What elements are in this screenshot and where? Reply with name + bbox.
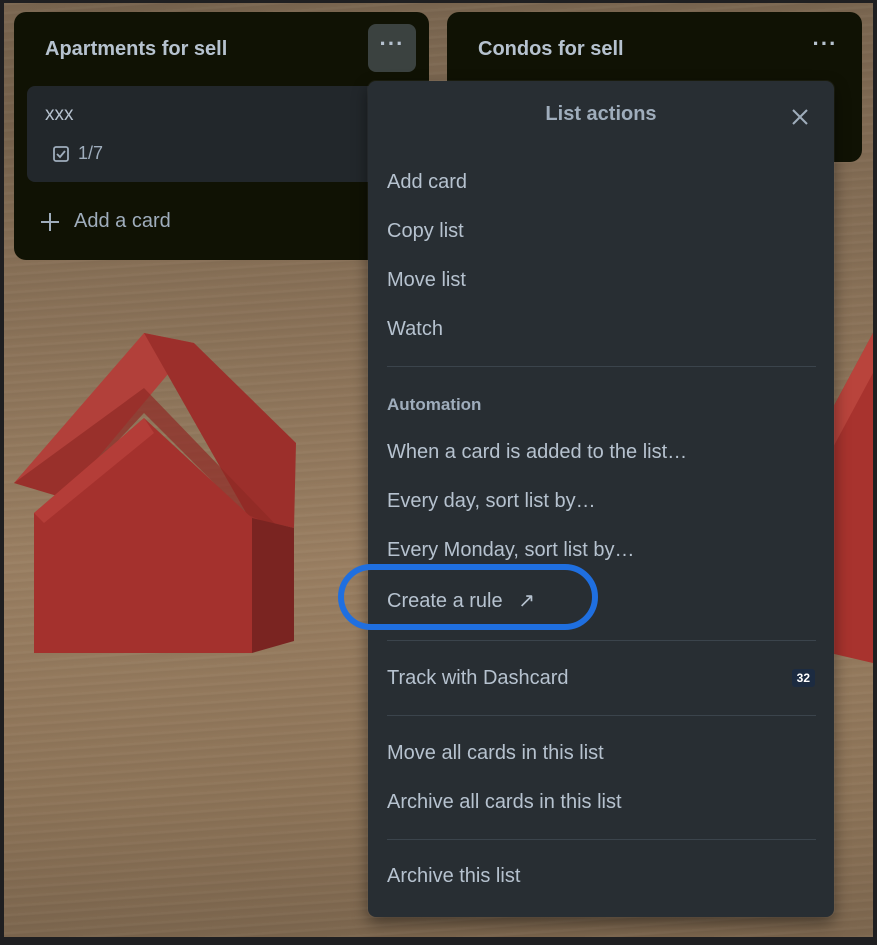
highlight-annotation [338, 564, 598, 630]
list-actions-popover: List actions Add card Copy list Move lis… [368, 81, 834, 917]
list-title[interactable]: Apartments for sell [45, 38, 227, 61]
more-dots-icon: ··· [379, 31, 405, 56]
menu-item-card-added-rule[interactable]: When a card is added to the list… [387, 441, 687, 464]
card-title: xxx [45, 104, 74, 125]
house-image-right [830, 333, 873, 663]
card[interactable]: xxx 1/7 [27, 86, 407, 182]
menu-item-archive-list[interactable]: Archive this list [387, 865, 520, 888]
list-menu-button[interactable]: ··· [801, 24, 849, 72]
menu-item-watch[interactable]: Watch [387, 318, 443, 341]
menu-item-add-card[interactable]: Add card [387, 171, 467, 194]
menu-item-daily-sort[interactable]: Every day, sort list by… [387, 490, 596, 513]
list-menu-button[interactable]: ··· [368, 24, 416, 72]
close-icon[interactable] [786, 103, 814, 131]
list-apartments: Apartments for sell ··· xxx 1/7 Add a ca… [14, 12, 429, 260]
menu-item-dashcard[interactable]: Track with Dashcard [387, 667, 569, 690]
board-background: Apartments for sell ··· xxx 1/7 Add a ca… [4, 3, 873, 937]
plus-icon [41, 212, 59, 231]
house-image-left [14, 333, 296, 653]
automation-section-label: Automation [387, 395, 482, 414]
more-dots-icon: ··· [812, 31, 838, 56]
add-card-button[interactable]: Add a card [40, 210, 171, 233]
list-title[interactable]: Condos for sell [478, 38, 624, 61]
menu-item-copy-list[interactable]: Copy list [387, 220, 464, 243]
divider [387, 640, 816, 641]
dashcard-count-badge: 32 [791, 669, 815, 687]
checkbox-icon [53, 145, 69, 162]
menu-item-archive-all-cards[interactable]: Archive all cards in this list [387, 791, 622, 814]
divider [387, 839, 816, 840]
checklist-badge: 1/7 [52, 143, 103, 164]
menu-item-move-list[interactable]: Move list [387, 269, 466, 292]
checklist-count: 1/7 [78, 143, 104, 163]
add-card-label: Add a card [74, 210, 171, 232]
divider [387, 715, 816, 716]
menu-item-monday-sort[interactable]: Every Monday, sort list by… [387, 539, 634, 562]
menu-item-move-all-cards[interactable]: Move all cards in this list [387, 742, 604, 765]
divider [387, 366, 816, 367]
popover-title: List actions [545, 103, 657, 125]
